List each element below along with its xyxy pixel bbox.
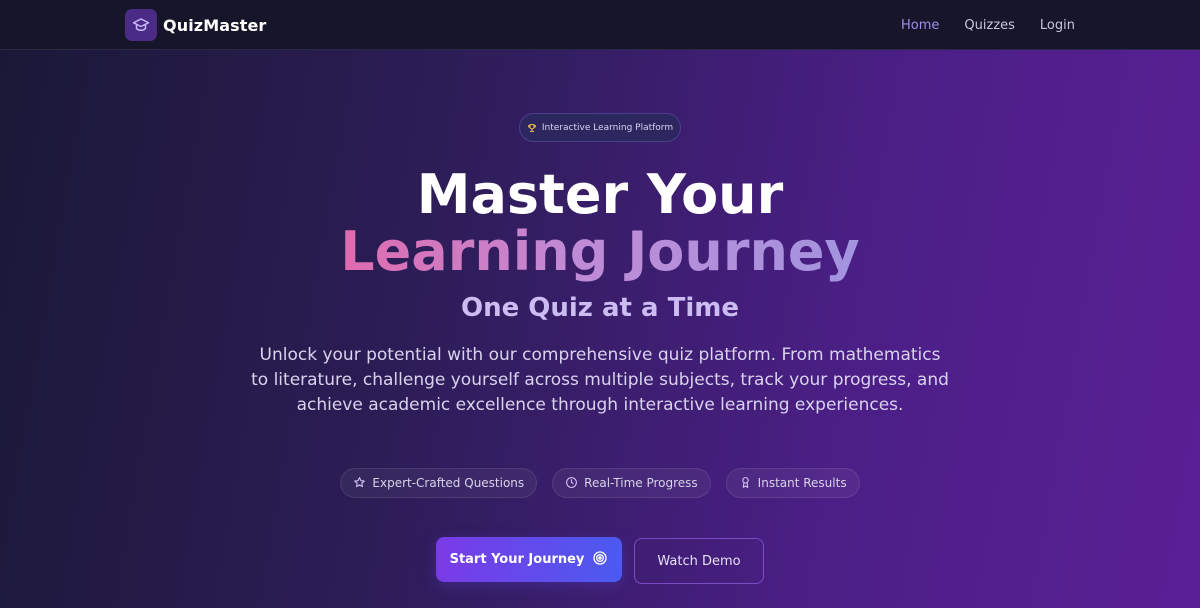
watch-demo-button[interactable]: Watch Demo [634, 538, 764, 584]
feature-pill-expert: Expert-Crafted Questions [340, 468, 538, 498]
platform-badge: Interactive Learning Platform [519, 113, 681, 142]
feature-pill-progress: Real-Time Progress [552, 468, 711, 498]
award-icon [739, 474, 752, 493]
nav-links: Home Quizzes Login [901, 0, 1075, 50]
start-journey-button[interactable]: Start Your Journey [436, 537, 622, 582]
badge-label: Interactive Learning Platform [541, 122, 674, 133]
watch-demo-label: Watch Demo [657, 553, 741, 569]
hero-title-gradient-text: Learning Journey [340, 220, 860, 283]
brand[interactable]: QuizMaster [125, 9, 266, 41]
hero-description: Unlock your potential with our comprehen… [251, 345, 949, 415]
nav-link-login[interactable]: Login [1040, 18, 1075, 33]
hero-title-line2: Learning Journey [0, 220, 1200, 284]
hero-section: Interactive Learning Platform Master You… [0, 50, 1200, 608]
nav-link-home[interactable]: Home [901, 18, 939, 33]
brand-name: QuizMaster [163, 15, 267, 35]
feature-pills: Expert-Crafted Questions Real-Time Progr… [0, 468, 1200, 498]
trophy-icon [527, 118, 537, 137]
start-journey-label: Start Your Journey [449, 552, 585, 567]
hero-title-line1: Master Your [416, 163, 784, 226]
clock-icon [565, 474, 578, 493]
target-icon [592, 550, 608, 570]
feature-pill-results: Instant Results [725, 468, 860, 498]
feature-label: Instant Results [757, 476, 847, 490]
nav-link-quizzes[interactable]: Quizzes [964, 18, 1015, 33]
feature-label: Expert-Crafted Questions [372, 476, 525, 490]
graduation-cap-icon [125, 9, 157, 41]
hero-subtitle: One Quiz at a Time [460, 293, 739, 323]
feature-label: Real-Time Progress [584, 476, 698, 490]
top-navbar: QuizMaster Home Quizzes Login [0, 0, 1200, 50]
star-icon [353, 474, 366, 493]
